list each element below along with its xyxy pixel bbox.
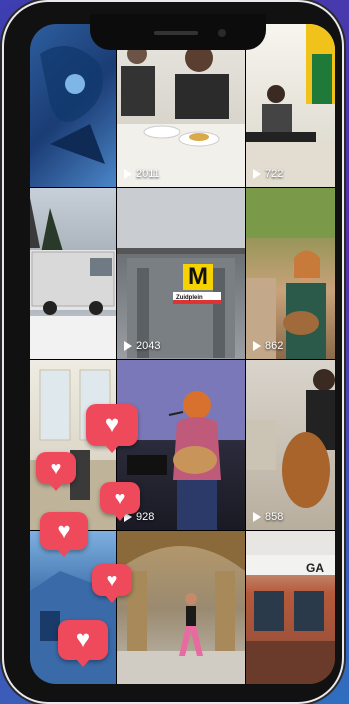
keyboard-scene (246, 24, 335, 187)
metro-logo: M (183, 264, 213, 290)
heart-icon: ♥ (75, 626, 91, 653)
video-tile[interactable]: 858 (246, 360, 335, 530)
facade-scene (246, 531, 335, 684)
view-count: 2011 (124, 168, 160, 180)
play-icon (253, 169, 261, 179)
heart-reaction: ♥ (100, 482, 140, 521)
heart-reaction: ♥ (58, 620, 108, 667)
heart-icon: ♥ (50, 458, 62, 478)
station-scene (117, 188, 245, 358)
view-count: 862 (253, 340, 283, 352)
play-icon (124, 341, 132, 351)
video-tile[interactable] (117, 531, 245, 684)
mural-building (30, 571, 116, 684)
video-tile[interactable]: 722 (246, 24, 335, 187)
video-tile[interactable] (30, 531, 116, 684)
heart-icon: ♥ (57, 518, 71, 543)
cello-scene (246, 369, 335, 508)
heart-reaction: ♥ (86, 404, 138, 453)
play-icon (124, 169, 132, 179)
video-tile[interactable] (30, 188, 116, 359)
side-button-left-3 (0, 196, 3, 244)
video-tile[interactable]: GA (246, 531, 335, 684)
view-count: 2043 (124, 340, 160, 352)
video-grid: 2011 722 M Zuidplein 2043 862 928 858 GA (30, 24, 335, 684)
view-count: 722 (253, 168, 283, 180)
camera-icon (218, 29, 226, 37)
video-tile[interactable]: 862 (246, 188, 335, 359)
dancer-scene (117, 531, 245, 684)
video-tile[interactable]: M Zuidplein 2043 (117, 188, 245, 359)
building-sign: GA (306, 561, 324, 575)
heart-icon: ♥ (104, 411, 120, 438)
speaker-icon (154, 31, 198, 35)
play-icon (253, 341, 261, 351)
station-sign: Zuidplein (173, 292, 221, 304)
screen: 2011 722 M Zuidplein 2043 862 928 858 GA… (30, 24, 335, 684)
side-button-left-1 (0, 95, 3, 121)
heart-icon: ♥ (106, 570, 118, 590)
heart-reaction: ♥ (92, 564, 132, 603)
van-scene (30, 198, 116, 359)
phone-notch (90, 14, 266, 50)
view-count: 858 (253, 511, 283, 523)
play-icon (253, 512, 261, 522)
heart-reaction: ♥ (40, 512, 88, 557)
heart-reaction: ♥ (36, 452, 76, 491)
phone-frame: 2011 722 M Zuidplein 2043 862 928 858 GA… (4, 2, 342, 702)
guitar-scene (246, 188, 335, 359)
heart-icon: ♥ (114, 488, 126, 508)
side-button-left-2 (0, 140, 3, 188)
